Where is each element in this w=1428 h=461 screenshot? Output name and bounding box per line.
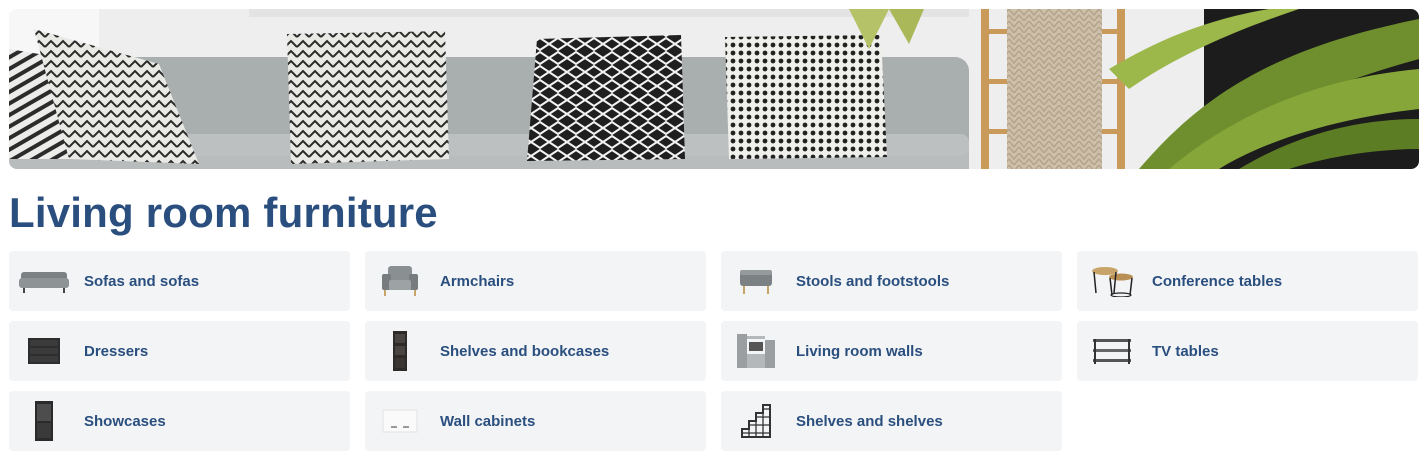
page-title: Living room furniture	[9, 189, 438, 236]
category-label: Shelves and shelves	[796, 412, 943, 430]
category-label: Armchairs	[440, 272, 515, 290]
wall-unit-icon	[731, 331, 781, 371]
category-tile-sofas[interactable]: Sofas and sofas	[9, 251, 350, 311]
showcase-icon	[19, 401, 69, 441]
category-label: Living room walls	[796, 342, 923, 360]
hero-banner	[9, 9, 1419, 169]
category-tile-conference-tables[interactable]: Conference tables	[1077, 251, 1418, 311]
hero-banner-image	[9, 9, 1419, 169]
category-tile-stools[interactable]: Stools and footstools	[721, 251, 1062, 311]
category-label: Showcases	[84, 412, 166, 430]
wall-cabinet-icon	[375, 401, 425, 441]
sofa-icon	[19, 261, 69, 301]
category-tile-bookcases[interactable]: Shelves and bookcases	[365, 321, 706, 381]
category-tile-living-room-walls[interactable]: Living room walls	[721, 321, 1062, 381]
category-label: Stools and footstools	[796, 272, 950, 290]
tv-stand-icon	[1087, 331, 1137, 371]
category-label: Shelves and bookcases	[440, 342, 610, 360]
category-tile-armchairs[interactable]: Armchairs	[365, 251, 706, 311]
armchair-icon	[375, 261, 425, 301]
category-label: Wall cabinets	[440, 412, 536, 430]
dresser-icon	[19, 331, 69, 371]
category-tile-dressers[interactable]: Dressers	[9, 321, 350, 381]
bookcase-icon	[375, 331, 425, 371]
category-tile-tv-tables[interactable]: TV tables	[1077, 321, 1418, 381]
category-label: Sofas and sofas	[84, 272, 200, 290]
category-tile-shelves[interactable]: Shelves and shelves	[721, 391, 1062, 451]
category-label: Conference tables	[1152, 272, 1283, 290]
category-tile-wall-cabinets[interactable]: Wall cabinets	[365, 391, 706, 451]
coffee-table-icon	[1087, 261, 1137, 301]
category-label: Dressers	[84, 342, 149, 360]
category-label: TV tables	[1152, 342, 1219, 360]
footstool-icon	[731, 261, 781, 301]
category-grid: Sofas and sofas Armchairs Stools and foo…	[9, 251, 1418, 451]
category-tile-showcases[interactable]: Showcases	[9, 391, 350, 451]
stair-shelf-icon	[731, 401, 781, 441]
page: Living room furniture Sofas and sofas Ar…	[0, 0, 1428, 461]
